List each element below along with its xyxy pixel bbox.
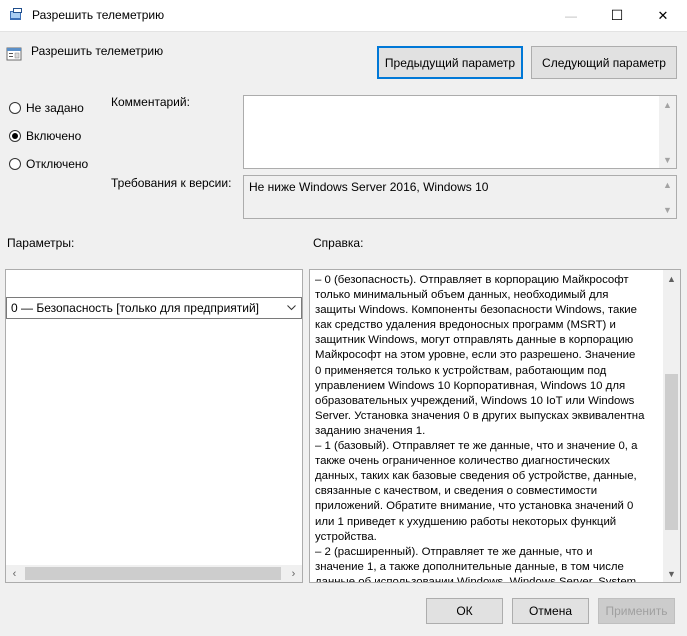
scroll-thumb[interactable] bbox=[665, 374, 678, 530]
next-setting-label: Следующий параметр bbox=[542, 55, 666, 70]
scroll-down-icon[interactable]: ▼ bbox=[659, 201, 676, 218]
help-line: – 1 (базовый). Отправляет те же данные, … bbox=[315, 440, 638, 453]
close-icon: ✕ bbox=[657, 7, 669, 23]
dropdown-value: 0 — Безопасность [только для предприятий… bbox=[11, 301, 260, 315]
radio-label: Отключено bbox=[26, 157, 89, 171]
params-label: Параметры: bbox=[7, 236, 75, 250]
requirements-field: Не ниже Windows Server 2016, Windows 10 … bbox=[243, 175, 677, 219]
ok-label: ОК bbox=[456, 604, 473, 618]
scroll-right-icon[interactable]: › bbox=[285, 565, 302, 582]
help-line: также очень ограниченное количество диаг… bbox=[315, 455, 610, 468]
scroll-down-icon[interactable]: ▼ bbox=[659, 151, 676, 168]
comment-label: Комментарий: bbox=[111, 95, 190, 109]
help-v-scrollbar[interactable]: ▲ ▼ bbox=[663, 270, 680, 582]
minimize-icon: — bbox=[565, 8, 577, 23]
close-button[interactable]: ✕ bbox=[640, 0, 686, 31]
window-title: Разрешить телеметрию bbox=[32, 8, 165, 22]
radio-disabled[interactable]: Отключено bbox=[9, 157, 88, 171]
policy-setting-icon bbox=[6, 47, 22, 61]
help-line: или 1 приведет к ухудшению работы некото… bbox=[315, 515, 617, 528]
maximize-button[interactable]: ☐ bbox=[594, 0, 640, 31]
comment-textarea[interactable]: ▲ ▼ bbox=[243, 95, 677, 169]
help-line: данных, таких как базовые сведения об ус… bbox=[315, 470, 637, 483]
scroll-up-icon[interactable]: ▲ bbox=[659, 176, 676, 193]
help-line: приложений. Обратите внимание, что устан… bbox=[315, 500, 634, 513]
scroll-up-icon[interactable]: ▲ bbox=[663, 270, 680, 287]
help-line: 0 применяется только к устройствам, рабо… bbox=[315, 364, 607, 377]
scroll-down-icon[interactable]: ▼ bbox=[663, 565, 680, 582]
requirements-scrollbar[interactable]: ▲ ▼ bbox=[659, 176, 676, 218]
previous-setting-button[interactable]: Предыдущий параметр bbox=[377, 46, 523, 79]
minimize-button[interactable]: — bbox=[548, 0, 594, 31]
help-line: только минимальный объем данных, необход… bbox=[315, 289, 609, 302]
help-line: значение 1, а также дополнительные данны… bbox=[315, 560, 624, 573]
radio-label: Не задано bbox=[26, 101, 84, 115]
next-setting-button[interactable]: Следующий параметр bbox=[531, 46, 677, 79]
help-line: Майкрософт на этом уровне, если это разр… bbox=[315, 349, 636, 362]
help-line: данные об использовании Windows, Windows… bbox=[315, 575, 637, 583]
help-label: Справка: bbox=[313, 236, 364, 250]
radio-label: Включено bbox=[26, 129, 82, 143]
comment-scrollbar[interactable]: ▲ ▼ bbox=[659, 96, 676, 168]
help-text: – 0 (безопасность). Отправляет в корпора… bbox=[315, 273, 659, 583]
ok-button[interactable]: ОК bbox=[426, 598, 503, 624]
help-line: образовательных учреждений, Windows 10 I… bbox=[315, 394, 635, 407]
radio-not-configured[interactable]: Не задано bbox=[9, 101, 84, 115]
scroll-left-icon[interactable]: ‹ bbox=[6, 565, 23, 582]
previous-setting-label: Предыдущий параметр bbox=[384, 55, 516, 70]
title-bar: Разрешить телеметрию — ☐ ✕ bbox=[0, 0, 687, 32]
help-line: – 2 (расширенный). Отправляет те же данн… bbox=[315, 545, 593, 558]
policy-app-icon bbox=[10, 8, 22, 20]
help-line: связанные с качеством, и сведения о совм… bbox=[315, 485, 598, 498]
telemetry-level-dropdown[interactable]: 0 — Безопасность [только для предприятий… bbox=[6, 297, 302, 319]
requirements-label: Требования к версии: bbox=[111, 176, 232, 190]
radio-circle[interactable] bbox=[9, 158, 21, 170]
apply-button[interactable]: Применить bbox=[598, 598, 675, 624]
scroll-up-icon[interactable]: ▲ bbox=[659, 96, 676, 113]
help-line: как средство удаления вредоносных програ… bbox=[315, 319, 616, 332]
radio-circle[interactable] bbox=[9, 130, 21, 142]
help-line: заданию значения 1. bbox=[315, 424, 426, 437]
requirements-value: Не ниже Windows Server 2016, Windows 10 bbox=[249, 180, 489, 194]
policy-title: Разрешить телеметрию bbox=[31, 44, 164, 58]
help-line: Server. Установка значения 0 в других вы… bbox=[315, 409, 645, 422]
params-h-scrollbar[interactable]: ‹ › bbox=[6, 565, 302, 582]
cancel-label: Отмена bbox=[528, 604, 573, 618]
radio-enabled[interactable]: Включено bbox=[9, 129, 81, 143]
help-line: – 0 (безопасность). Отправляет в корпора… bbox=[315, 274, 629, 286]
help-line: защиты Windows. Компоненты безопасности … bbox=[315, 304, 638, 317]
help-panel: – 0 (безопасность). Отправляет в корпора… bbox=[309, 269, 681, 583]
chevron-down-icon bbox=[287, 305, 296, 311]
help-line: устройства. bbox=[315, 530, 377, 543]
maximize-icon: ☐ bbox=[610, 7, 624, 23]
cancel-button[interactable]: Отмена bbox=[512, 598, 589, 624]
apply-label: Применить bbox=[605, 604, 668, 618]
help-line: управлением Windows 10 Корпоративная, Wi… bbox=[315, 379, 626, 392]
scroll-thumb[interactable] bbox=[25, 567, 281, 580]
radio-circle[interactable] bbox=[9, 102, 21, 114]
help-line: защитник Windows, могут отправлять данны… bbox=[315, 334, 634, 347]
